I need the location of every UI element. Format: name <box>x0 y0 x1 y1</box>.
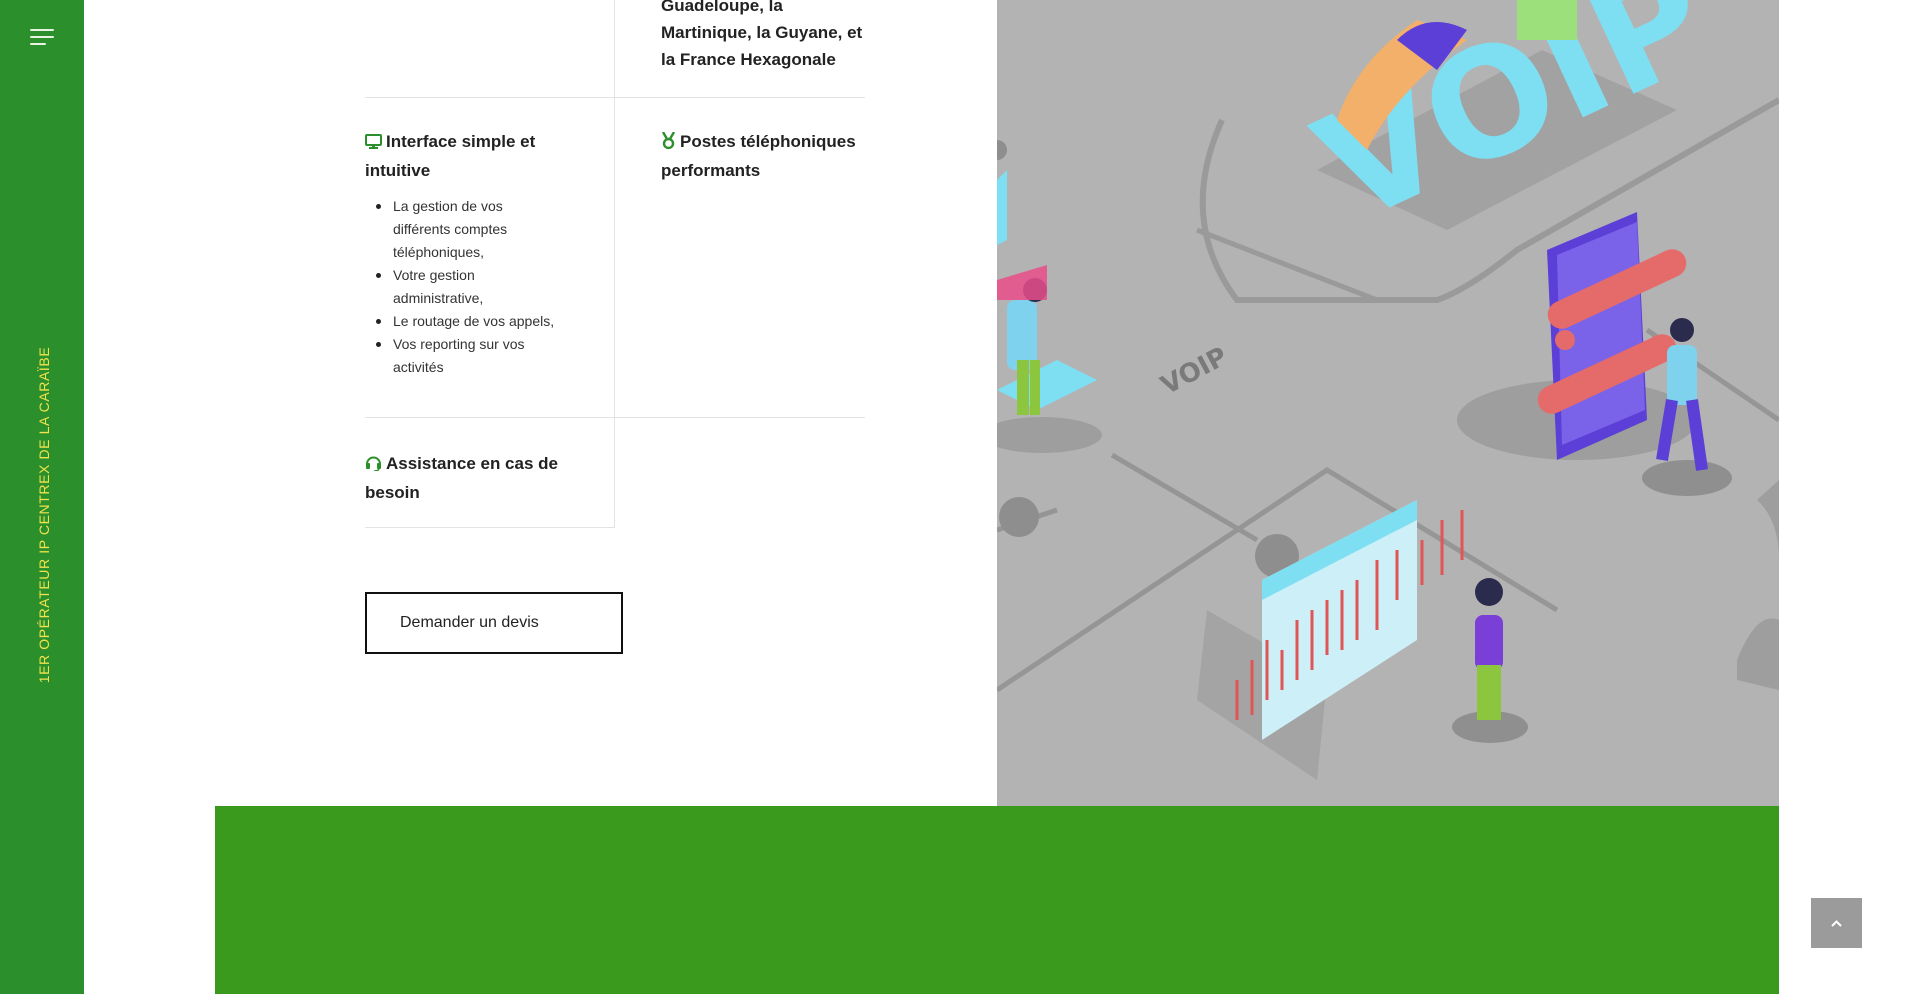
list-item: La gestion de vos différents comptes tél… <box>376 195 563 264</box>
interface-bullet-list: La gestion de vos différents comptes tél… <box>376 195 563 379</box>
side-rail: 1ER OPÉRATEUR IP CENTREX DE LA CARAÏBE <box>0 0 84 994</box>
chevron-up-icon <box>1831 920 1842 927</box>
voip-illustration-art: VOIP VOIP <box>997 0 1779 780</box>
coverage-text: Guadeloupe, la Martinique, la Guyane, et… <box>661 0 863 69</box>
medal-icon <box>661 130 676 157</box>
request-quote-button[interactable]: Demander un devis <box>365 592 623 654</box>
rail-tagline: 1ER OPÉRATEUR IP CENTREX DE LA CARAÏBE <box>36 346 52 684</box>
grid-divider <box>614 0 615 528</box>
grid-divider <box>365 527 614 528</box>
feature-interface-label: Interface simple et intuitive <box>365 132 536 180</box>
feature-support-label: Assistance en cas de besoin <box>365 454 558 502</box>
list-item: Vos reporting sur vos activités <box>376 333 563 379</box>
hamburger-menu-icon[interactable] <box>30 27 54 47</box>
feature-phones-title: Postes téléphoniques performants <box>661 128 866 184</box>
svg-text:VOIP: VOIP <box>1156 342 1232 402</box>
feature-support-title: Assistance en cas de besoin <box>365 450 565 506</box>
monitor-icon <box>365 130 382 157</box>
feature-interface-title: Interface simple et intuitive <box>365 128 565 184</box>
list-item: Le routage de vos appels, <box>376 310 563 333</box>
voip-illustration: VOIP VOIP <box>997 0 1779 806</box>
grid-divider <box>365 417 865 418</box>
footer-green-band <box>215 806 1779 994</box>
feature-phones-label: Postes téléphoniques performants <box>661 132 856 180</box>
headset-icon <box>365 452 382 479</box>
list-item: Votre gestion administrative, <box>376 264 563 310</box>
scroll-to-top-button[interactable] <box>1811 898 1862 948</box>
grid-divider <box>365 97 865 98</box>
